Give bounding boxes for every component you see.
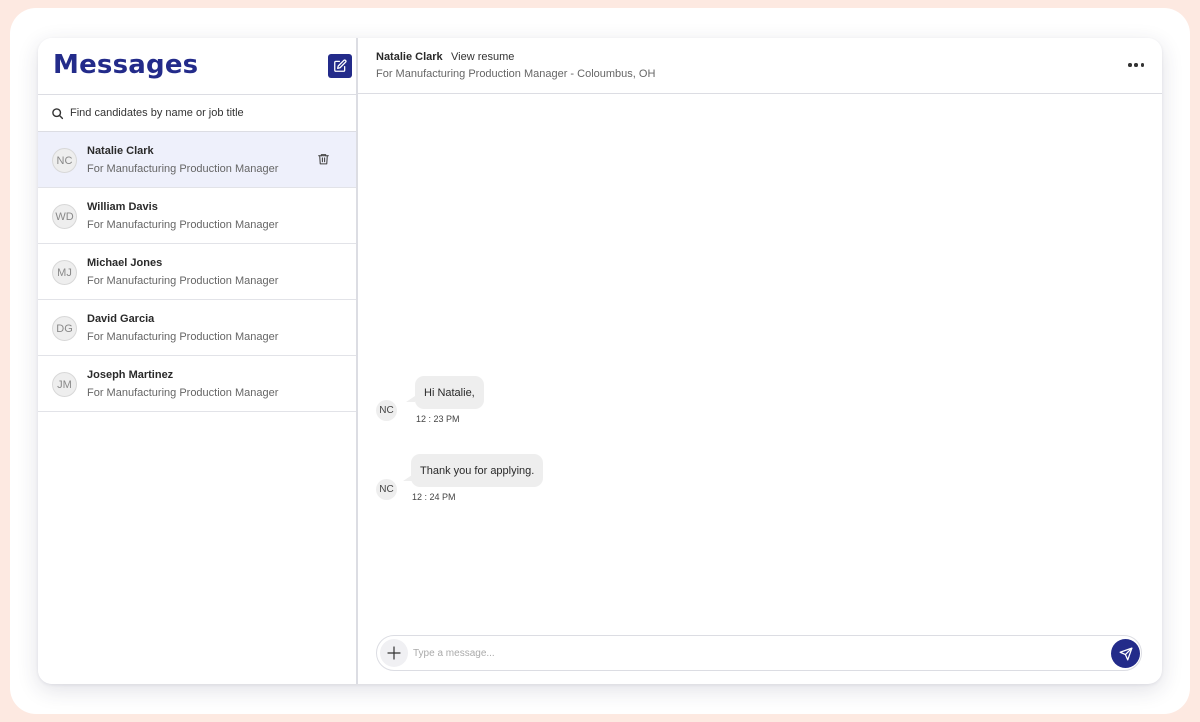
conversation-name: Natalie Clark xyxy=(87,145,154,157)
plus-icon xyxy=(387,646,401,660)
conversation-item[interactable]: NC Natalie Clark For Manufacturing Produ… xyxy=(38,132,356,188)
conversation-name: David Garcia xyxy=(87,313,155,325)
bubble-tail xyxy=(406,396,415,402)
message-time: 12 : 23 PM xyxy=(416,414,460,424)
conversation-name: William Davis xyxy=(87,201,158,213)
message-input[interactable] xyxy=(413,645,1093,661)
chat-panel: Natalie Clark View resume For Manufactur… xyxy=(358,38,1162,684)
search-icon xyxy=(51,106,65,120)
search-input[interactable] xyxy=(70,107,350,119)
avatar: MJ xyxy=(52,260,77,285)
chat-header: Natalie Clark View resume For Manufactur… xyxy=(358,38,1162,94)
page-title: Messages xyxy=(53,50,199,80)
conversation-list: NC Natalie Clark For Manufacturing Produ… xyxy=(38,132,356,412)
avatar: NC xyxy=(376,400,397,421)
message-bubble: Hi Natalie, xyxy=(415,376,484,409)
view-resume-link[interactable]: View resume xyxy=(451,51,514,63)
message-bubble: Thank you for applying. xyxy=(411,454,544,487)
message: NC Thank you for applying. 12 : 24 PM xyxy=(358,454,758,514)
avatar: JM xyxy=(52,372,77,397)
avatar: NC xyxy=(52,148,77,173)
conversation-name: Joseph Martinez xyxy=(87,369,174,381)
avatar: DG xyxy=(52,316,77,341)
conversation-subtitle: For Manufacturing Production Manager xyxy=(87,331,279,343)
conversation-item[interactable]: MJ Michael Jones For Manufacturing Produ… xyxy=(38,244,356,300)
conversation-subtitle: For Manufacturing Production Manager xyxy=(87,275,279,287)
message-time: 12 : 24 PM xyxy=(412,492,456,502)
search-bar xyxy=(38,94,356,132)
chat-contact-name: Natalie Clark xyxy=(376,51,443,63)
messages-app: Messages NC Natalie Clark For Ma xyxy=(38,38,1162,684)
more-horizontal-icon[interactable] xyxy=(1128,62,1144,68)
message-composer xyxy=(376,635,1142,671)
conversation-item[interactable]: DG David Garcia For Manufacturing Produc… xyxy=(38,300,356,356)
sidebar-header: Messages xyxy=(38,38,356,94)
send-button[interactable] xyxy=(1111,639,1140,668)
avatar: WD xyxy=(52,204,77,229)
add-attachment-button[interactable] xyxy=(380,639,408,667)
chat-job-title: For Manufacturing Production Manager - C… xyxy=(376,68,656,80)
trash-icon[interactable] xyxy=(317,152,331,167)
edit-icon xyxy=(334,59,347,72)
conversation-subtitle: For Manufacturing Production Manager xyxy=(87,387,279,399)
avatar: NC xyxy=(376,479,397,500)
send-icon xyxy=(1119,647,1132,660)
message: NC Hi Natalie, 12 : 23 PM xyxy=(358,376,758,436)
conversation-subtitle: For Manufacturing Production Manager xyxy=(87,163,279,175)
conversation-name: Michael Jones xyxy=(87,257,163,269)
sidebar: Messages NC Natalie Clark For Ma xyxy=(38,38,358,684)
compose-button[interactable] xyxy=(328,54,352,78)
conversation-subtitle: For Manufacturing Production Manager xyxy=(87,219,279,231)
conversation-item[interactable]: WD William Davis For Manufacturing Produ… xyxy=(38,188,356,244)
conversation-item[interactable]: JM Joseph Martinez For Manufacturing Pro… xyxy=(38,356,356,412)
